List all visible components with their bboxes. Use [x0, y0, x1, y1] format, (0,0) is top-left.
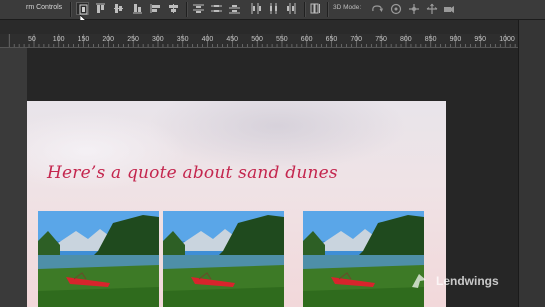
document-canvas[interactable]: Here’s a quote about sand dunes: [27, 101, 446, 307]
ruler-tick-label: 1000: [499, 36, 515, 43]
align-left-edges-icon[interactable]: [149, 2, 162, 15]
distribute-horizontal-centers-icon[interactable]: [267, 2, 280, 15]
separator: [304, 2, 305, 17]
lake-photo-graphic: [303, 211, 424, 307]
align-vertical-centers-icon[interactable]: [112, 2, 125, 15]
3d-scale-icon[interactable]: [443, 3, 455, 15]
tab-strip: [0, 20, 518, 34]
ruler-tick-label: 850: [424, 36, 437, 43]
ruler-tick-label: 400: [201, 36, 214, 43]
ruler-tick-label: 800: [400, 36, 412, 43]
sky-cloud: [147, 101, 407, 171]
ruler-tick-label: 200: [102, 36, 115, 43]
ruler-tick-label: 600: [300, 36, 313, 43]
lendwings-logo-icon: [412, 274, 426, 288]
ruler-tick-label: 750: [375, 36, 387, 43]
ruler-tick-label: 950: [474, 36, 487, 43]
distribute-vertical-centers-icon[interactable]: [210, 2, 223, 15]
distribute-top-edges-icon[interactable]: [192, 2, 205, 15]
quote-heading[interactable]: Here’s a quote about sand dunes: [47, 163, 338, 183]
lake-photo-1[interactable]: [38, 211, 159, 307]
distribute-left-edges-icon[interactable]: [249, 2, 262, 15]
tools-panel-edge: [0, 48, 27, 307]
ruler-tick-label: 900: [449, 36, 462, 43]
3d-mode-label: 3D Mode:: [333, 4, 362, 11]
3d-roll-icon[interactable]: [390, 3, 402, 15]
ruler-tick-label: 550: [276, 36, 288, 43]
align-bottom-edges-icon[interactable]: [131, 2, 144, 15]
transform-controls-label: rm Controls: [26, 4, 63, 11]
3d-pan-icon[interactable]: [408, 3, 420, 15]
ruler-tick-label: 50: [28, 36, 36, 43]
ruler-tick-label: 500: [251, 36, 263, 43]
options-bar: rm Controls 3D Mode:: [0, 0, 545, 25]
3d-slide-icon[interactable]: [426, 3, 438, 15]
ruler-tick-label: 300: [152, 36, 164, 43]
separator: [186, 2, 187, 17]
horizontal-ruler[interactable]: 50 100 150 200 250 300 350 400 450 500 550 600 650 70…: [0, 34, 518, 48]
lake-photo-2[interactable]: [163, 211, 284, 307]
3d-rotate-icon[interactable]: [371, 3, 383, 15]
ruler-tick-label: 150: [77, 36, 90, 43]
ruler-tick-label: 100: [52, 36, 65, 43]
separator: [327, 2, 328, 17]
ruler-tick-label: 350: [176, 36, 189, 43]
lake-photo-graphic: [38, 211, 159, 307]
lake-photo-3[interactable]: [303, 211, 424, 307]
panels-edge: [518, 20, 545, 307]
distribute-right-edges-icon[interactable]: [285, 2, 298, 15]
distribute-bottom-edges-icon[interactable]: [228, 2, 241, 15]
auto-align-layers-icon[interactable]: [309, 2, 322, 15]
ruler-tick-label: 250: [127, 36, 139, 43]
separator: [70, 2, 71, 17]
ruler-tick-label: 650: [325, 36, 338, 43]
align-horizontal-centers-icon[interactable]: [167, 2, 180, 15]
ruler-tick-label: 700: [350, 36, 363, 43]
ruler-tick-label: 450: [226, 36, 239, 43]
align-top-edges-icon[interactable]: [94, 2, 107, 15]
watermark-text: Lendwings: [436, 274, 499, 288]
lake-photo-graphic: [163, 211, 284, 307]
